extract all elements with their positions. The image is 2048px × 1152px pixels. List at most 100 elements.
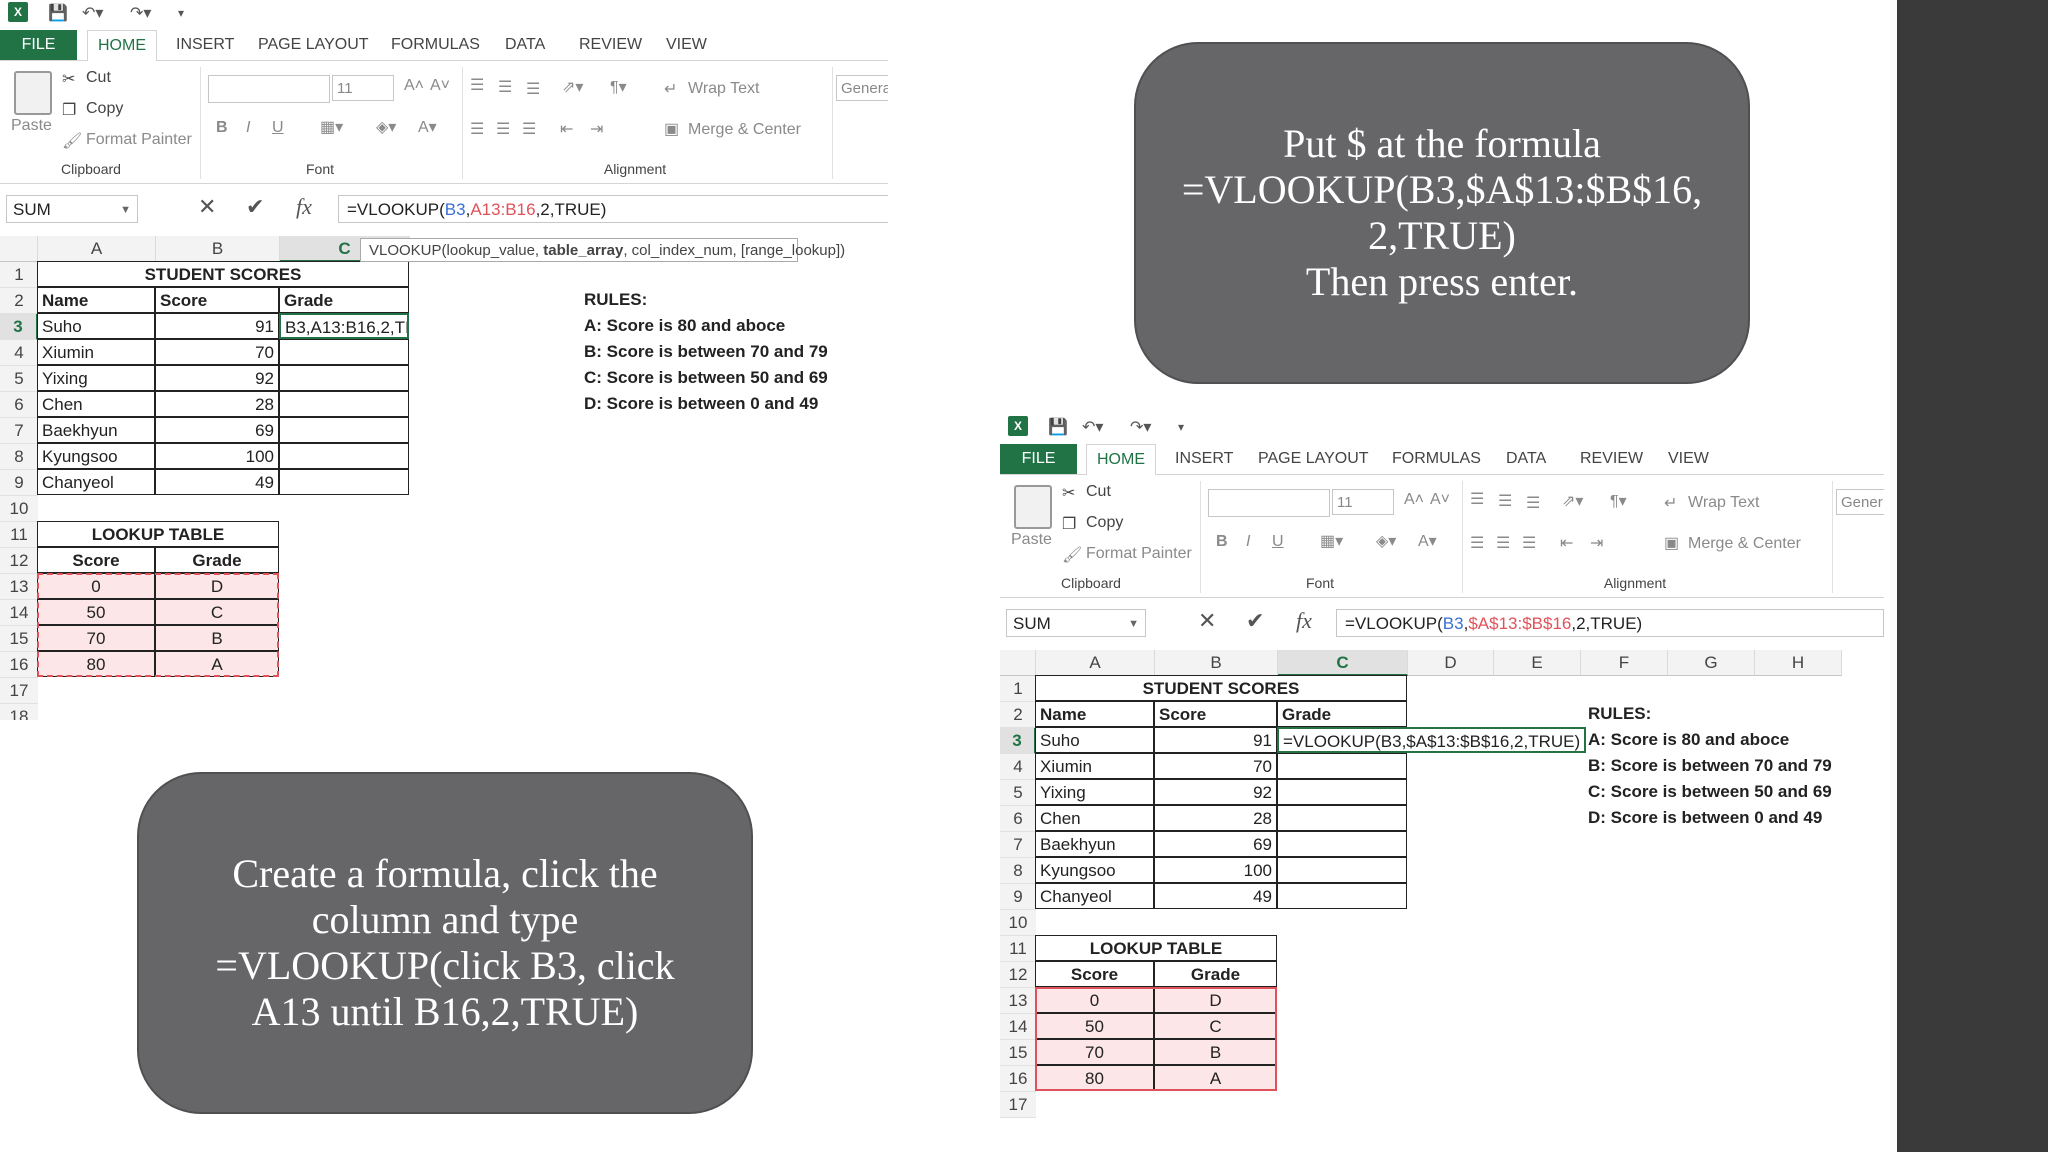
bottom-align-icon[interactable]: ☰ (1526, 493, 1540, 513)
lookup-score[interactable]: 70 (1035, 1039, 1154, 1065)
paste-icon[interactable] (14, 71, 52, 115)
name-box[interactable]: SUM ▼ (6, 195, 138, 223)
top-align-icon[interactable]: ☰ (1470, 489, 1484, 509)
decrease-indent-icon[interactable]: ⇤ (560, 119, 573, 139)
tab-formulas[interactable]: FORMULAS (1392, 444, 1481, 474)
column-title[interactable]: Score (1154, 701, 1277, 727)
lookup-grade[interactable]: B (155, 625, 279, 651)
wrap-text-button[interactable]: Wrap Text (1688, 494, 1759, 512)
row-header[interactable]: 12 (1000, 962, 1036, 988)
student-name[interactable]: Xiumin (1035, 753, 1154, 779)
row-header[interactable]: 8 (0, 444, 38, 470)
undo-icon[interactable]: ↶▾ (82, 3, 103, 23)
number-format-combo[interactable]: Gener (1836, 489, 1884, 515)
student-name[interactable]: Chen (1035, 805, 1154, 831)
column-header[interactable]: A (38, 236, 156, 262)
column-header[interactable]: B (156, 236, 280, 262)
row-header[interactable]: 5 (1000, 780, 1036, 806)
row-header[interactable]: 2 (1000, 702, 1036, 728)
rtl-icon[interactable]: ¶▾ (610, 77, 627, 97)
chevron-down-icon[interactable]: ▼ (1128, 610, 1139, 638)
font-name-combo[interactable] (208, 75, 330, 103)
lookup-header[interactable]: Score (1035, 961, 1154, 987)
row-header[interactable]: 16 (1000, 1066, 1036, 1092)
tab-file[interactable]: FILE (1000, 444, 1077, 474)
tab-home[interactable]: HOME (1086, 444, 1156, 476)
lookup-grade[interactable]: B (1154, 1039, 1277, 1065)
column-header[interactable]: C (1278, 650, 1408, 676)
merge-center-icon[interactable]: ▣ (1664, 533, 1679, 553)
student-score[interactable]: 69 (155, 417, 279, 443)
grade-cell[interactable] (279, 443, 409, 469)
middle-align-icon[interactable]: ☰ (1498, 491, 1512, 511)
column-header[interactable]: G (1668, 650, 1755, 676)
lookup-score[interactable]: 80 (37, 651, 155, 677)
tab-insert[interactable]: INSERT (1175, 444, 1233, 474)
font-size-combo[interactable]: 11 (1332, 489, 1394, 515)
insert-function-icon[interactable]: fx (1296, 608, 1312, 634)
student-score[interactable]: 70 (1154, 753, 1277, 779)
lookup-grade[interactable]: A (1154, 1065, 1277, 1091)
lookup-grade[interactable]: D (1154, 987, 1277, 1013)
bold-button[interactable]: B (1216, 533, 1228, 551)
cancel-icon[interactable]: ✕ (198, 194, 216, 220)
merge-center-button[interactable]: Merge & Center (1688, 535, 1801, 553)
row-header[interactable]: 7 (1000, 832, 1036, 858)
copy-icon[interactable]: ❐ (1062, 514, 1076, 534)
column-title[interactable]: Name (37, 287, 155, 313)
increase-indent-icon[interactable]: ⇥ (590, 119, 603, 139)
row-header[interactable]: 1 (0, 262, 38, 288)
tab-file[interactable]: FILE (0, 30, 77, 60)
grade-cell[interactable] (279, 339, 409, 365)
align-left-icon[interactable]: ☰ (1470, 533, 1484, 553)
student-score[interactable]: 91 (155, 313, 279, 339)
row-header[interactable]: 5 (0, 366, 38, 392)
lookup-grade[interactable]: C (1154, 1013, 1277, 1039)
cut-icon[interactable]: ✂ (62, 69, 75, 89)
grade-cell[interactable] (279, 469, 409, 495)
save-icon[interactable]: 💾 (1048, 417, 1068, 437)
copy-button[interactable]: Copy (1086, 514, 1123, 532)
copy-icon[interactable]: ❐ (62, 100, 76, 120)
lookup-grade[interactable]: A (155, 651, 279, 677)
lookup-score[interactable]: 70 (37, 625, 155, 651)
name-box[interactable]: SUM ▼ (1006, 609, 1146, 637)
row-header[interactable]: 10 (1000, 910, 1036, 936)
lookup-header[interactable]: Grade (155, 547, 279, 573)
student-name[interactable]: Chanyeol (1035, 883, 1154, 909)
row-header[interactable]: 11 (1000, 936, 1036, 962)
cut-button[interactable]: Cut (1086, 483, 1111, 501)
borders-icon[interactable]: ▦▾ (320, 117, 343, 137)
lookup-header[interactable]: Grade (1154, 961, 1277, 987)
lookup-score[interactable]: 0 (1035, 987, 1154, 1013)
student-score[interactable]: 69 (1154, 831, 1277, 857)
student-name[interactable]: Baekhyun (37, 417, 155, 443)
increase-indent-icon[interactable]: ⇥ (1590, 533, 1603, 553)
paste-button[interactable]: Paste (1011, 531, 1052, 549)
tab-review[interactable]: REVIEW (1580, 444, 1643, 474)
student-name[interactable]: Chanyeol (37, 469, 155, 495)
align-right-icon[interactable]: ☰ (522, 119, 536, 139)
grade-cell[interactable] (1277, 831, 1407, 857)
copy-button[interactable]: Copy (86, 100, 123, 118)
cancel-icon[interactable]: ✕ (1198, 608, 1216, 634)
lookup-header[interactable]: Score (37, 547, 155, 573)
grade-cell[interactable] (279, 417, 409, 443)
student-name[interactable]: Kyungsoo (1035, 857, 1154, 883)
column-title[interactable]: Name (1035, 701, 1154, 727)
select-all-corner[interactable] (0, 236, 38, 262)
enter-icon[interactable]: ✔ (1246, 608, 1264, 634)
formula-input[interactable]: =VLOOKUP(B3,A13:B16,2,TRUE) (338, 195, 888, 223)
row-header[interactable]: 17 (1000, 1092, 1036, 1118)
tab-view[interactable]: VIEW (1668, 444, 1709, 474)
row-header[interactable]: 4 (0, 340, 38, 366)
bottom-align-icon[interactable]: ☰ (526, 79, 540, 99)
row-header[interactable]: 4 (1000, 754, 1036, 780)
lookup-grade[interactable]: D (155, 573, 279, 599)
underline-button[interactable]: U (272, 119, 284, 137)
row-header[interactable]: 13 (1000, 988, 1036, 1014)
student-name[interactable]: Baekhyun (1035, 831, 1154, 857)
column-header[interactable]: B (1155, 650, 1278, 676)
grow-font-button[interactable]: A˄ (404, 77, 424, 95)
grade-cell[interactable] (1277, 753, 1407, 779)
